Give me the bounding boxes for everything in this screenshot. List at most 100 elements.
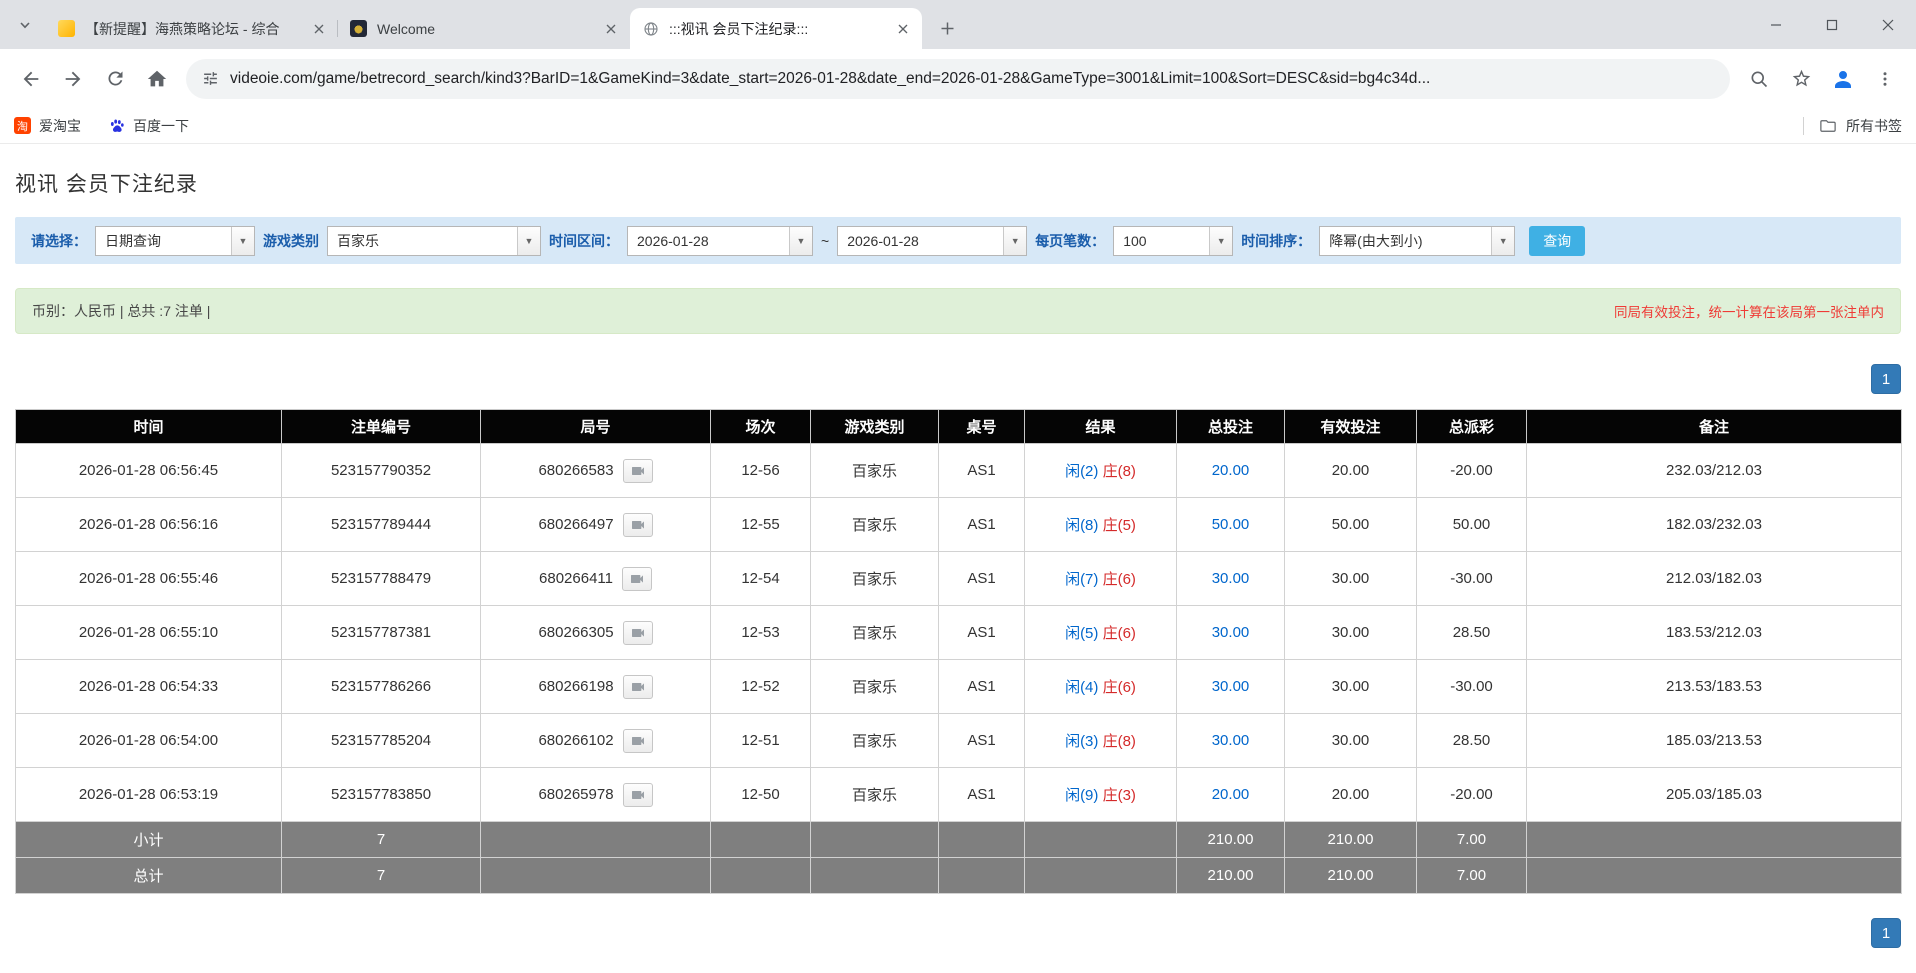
cell-session: 12-55: [711, 498, 811, 552]
player-result: 闲(4): [1065, 679, 1098, 696]
date-start-select[interactable]: 2026-01-28 ▼: [627, 226, 813, 256]
video-replay-button[interactable]: [623, 729, 653, 753]
page-title: 视讯 会员下注纪录: [15, 168, 1901, 198]
cell-total-bet: 30.00: [1177, 660, 1285, 714]
reload-button[interactable]: [96, 60, 134, 98]
address-bar[interactable]: videoie.com/game/betrecord_search/kind3?…: [186, 59, 1730, 99]
round-number-wrap: 680266305: [538, 621, 652, 645]
subtotal-row-cell: 210.00: [1285, 822, 1417, 858]
cell-payout: -20.00: [1417, 444, 1527, 498]
taobao-favicon-icon: 淘: [14, 117, 31, 134]
maximize-button[interactable]: [1804, 0, 1860, 49]
bookmark-taobao[interactable]: 淘 爱淘宝: [14, 116, 81, 136]
cell-bet-id: 523157783850: [282, 768, 481, 822]
tab-forum[interactable]: 【新提醒】海燕策略论坛 - 综合: [46, 8, 338, 49]
total-bet-link[interactable]: 20.00: [1212, 462, 1250, 479]
cell-payout: -30.00: [1417, 660, 1527, 714]
bet-record-row: 2026-01-28 06:54:33523157786266680266198…: [16, 660, 1902, 714]
banker-result: 庄(8): [1103, 733, 1136, 750]
cell-table-no: AS1: [939, 606, 1025, 660]
zoom-button[interactable]: [1740, 60, 1778, 98]
column-header: 有效投注: [1285, 410, 1417, 444]
subtotal-row-cell: [1025, 822, 1177, 858]
profile-button[interactable]: [1824, 60, 1862, 98]
cell-round: 680266305: [481, 606, 711, 660]
tab-search-button[interactable]: [12, 14, 38, 36]
query-mode-select[interactable]: 日期查询 ▼: [95, 226, 255, 256]
video-replay-button[interactable]: [623, 675, 653, 699]
page-size-label: 每页笔数：: [1035, 231, 1105, 251]
browser-window: 【新提醒】海燕策略论坛 - 综合 Welcome :::视讯 会员下注纪录:::: [0, 0, 1916, 144]
cell-bet-id: 523157785204: [282, 714, 481, 768]
bookmark-star-button[interactable]: [1782, 60, 1820, 98]
home-button[interactable]: [138, 60, 176, 98]
total-bet-link[interactable]: 20.00: [1212, 786, 1250, 803]
cell-game-type: 百家乐: [811, 660, 939, 714]
close-tab-icon[interactable]: [892, 18, 914, 40]
close-tab-icon[interactable]: [308, 18, 330, 40]
sort-select[interactable]: 降幂(由大到小) ▼: [1319, 226, 1515, 256]
grand-total-row-cell: [939, 858, 1025, 894]
close-window-button[interactable]: [1860, 0, 1916, 49]
total-bet-link[interactable]: 30.00: [1212, 570, 1250, 587]
minimize-button[interactable]: [1748, 0, 1804, 49]
page-1-button[interactable]: 1: [1871, 364, 1901, 394]
cell-result: 闲(8) 庄(5): [1025, 498, 1177, 552]
sort-value: 降幂(由大到小): [1320, 227, 1491, 255]
chevron-down-icon: [18, 18, 32, 32]
new-tab-button[interactable]: [932, 13, 962, 43]
cell-time: 2026-01-28 06:56:16: [16, 498, 282, 552]
date-start-value: 2026-01-28: [628, 227, 789, 255]
total-bet-link[interactable]: 50.00: [1212, 516, 1250, 533]
round-number-wrap: 680266583: [538, 459, 652, 483]
bet-record-row: 2026-01-28 06:53:19523157783850680265978…: [16, 768, 1902, 822]
video-replay-button[interactable]: [623, 621, 653, 645]
video-replay-button[interactable]: [622, 567, 652, 591]
video-replay-button[interactable]: [623, 783, 653, 807]
all-bookmarks-button[interactable]: 所有书签: [1803, 116, 1902, 136]
forward-button[interactable]: [54, 60, 92, 98]
bookmark-baidu[interactable]: 百度一下: [109, 116, 189, 136]
star-icon: [1791, 68, 1812, 89]
cell-payout: 28.50: [1417, 714, 1527, 768]
browser-toolbar: videoie.com/game/betrecord_search/kind3?…: [0, 49, 1916, 108]
cell-note: 183.53/212.03: [1527, 606, 1902, 660]
reload-icon: [105, 68, 126, 89]
video-replay-button[interactable]: [623, 459, 653, 483]
pagination-top: 1: [15, 364, 1901, 394]
cell-round: 680266583: [481, 444, 711, 498]
table-header-row: 时间注单编号局号场次游戏类别桌号结果总投注有效投注总派彩备注: [16, 410, 1902, 444]
video-replay-button[interactable]: [623, 513, 653, 537]
valid-bet-notice: 同局有效投注，统一计算在该局第一张注单内: [1614, 301, 1884, 321]
tab-welcome[interactable]: Welcome: [338, 8, 630, 49]
total-bet-link[interactable]: 30.00: [1212, 678, 1250, 695]
date-end-select[interactable]: 2026-01-28 ▼: [837, 226, 1027, 256]
filter-bar: 请选择： 日期查询 ▼ 游戏类别 百家乐 ▼ 时间区间： 2026-01-28 …: [15, 217, 1901, 264]
game-type-select[interactable]: 百家乐 ▼: [327, 226, 541, 256]
cell-bet-id: 523157788479: [282, 552, 481, 606]
round-number-wrap: 680265978: [538, 783, 652, 807]
column-header: 桌号: [939, 410, 1025, 444]
subtotal-row-cell: [481, 822, 711, 858]
column-header: 总投注: [1177, 410, 1285, 444]
round-number: 680266198: [538, 678, 613, 695]
close-tab-icon[interactable]: [600, 18, 622, 40]
plus-icon: [941, 22, 954, 35]
page-size-select[interactable]: 100 ▼: [1113, 226, 1233, 256]
grand-total-row-cell: [481, 858, 711, 894]
back-button[interactable]: [12, 60, 50, 98]
cell-table-no: AS1: [939, 714, 1025, 768]
page-1-button[interactable]: 1: [1871, 918, 1901, 948]
site-settings-icon: [202, 70, 219, 87]
total-bet-link[interactable]: 30.00: [1212, 732, 1250, 749]
cell-table-no: AS1: [939, 498, 1025, 552]
browser-menu-button[interactable]: [1866, 60, 1904, 98]
total-bet-link[interactable]: 30.00: [1212, 624, 1250, 641]
grand-total-row-cell: 210.00: [1285, 858, 1417, 894]
cell-result: 闲(5) 庄(6): [1025, 606, 1177, 660]
cell-note: 213.53/183.53: [1527, 660, 1902, 714]
profile-avatar-icon: [1831, 67, 1855, 91]
banker-result: 庄(5): [1103, 517, 1136, 534]
search-button[interactable]: 查询: [1529, 226, 1585, 256]
tab-bet-records[interactable]: :::视讯 会员下注纪录:::: [630, 8, 922, 49]
